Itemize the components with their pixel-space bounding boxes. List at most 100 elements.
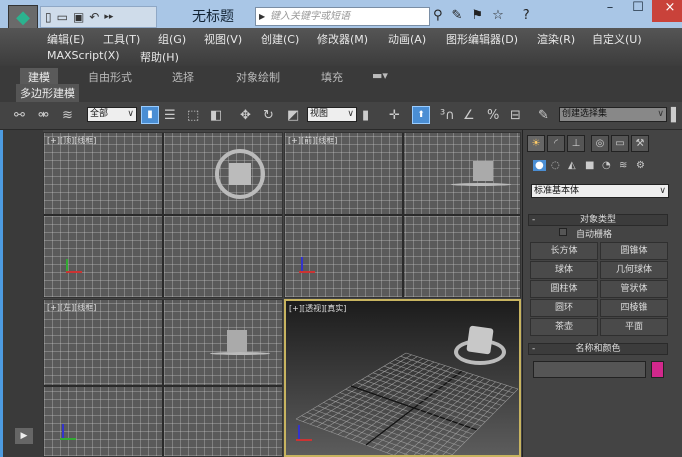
select-object-icon[interactable]: ▮ [141, 106, 159, 124]
menu-animation[interactable]: 动画(A) [388, 31, 426, 47]
pivot-center-icon[interactable]: ▮ [362, 108, 369, 123]
spinner-snap-icon[interactable]: ⊟ [510, 108, 521, 123]
viewport-perspective[interactable]: [+][透视][真实] [284, 299, 521, 457]
axis-gizmo-icon [292, 425, 312, 445]
tab-selection[interactable]: 选择 [172, 69, 194, 85]
window-crossing-icon[interactable]: ◧ [210, 108, 222, 123]
teapot-button[interactable]: 茶壶 [530, 318, 598, 336]
menu-rendering[interactable]: 渲染(R) [537, 31, 575, 47]
shapes-icon[interactable]: ◌ [551, 160, 560, 171]
rotate-icon[interactable]: ↻ [263, 108, 274, 123]
search-input[interactable]: 键入关键字或短语 [255, 7, 430, 26]
snap-toggle-icon[interactable]: ³∩ [440, 108, 455, 123]
category-dropdown[interactable]: 标准基本体 [531, 184, 669, 198]
cone-button[interactable]: 圆锥体 [600, 242, 668, 260]
geosphere-button[interactable]: 几何球体 [600, 261, 668, 279]
select-by-name-icon[interactable]: ☰ [164, 108, 176, 123]
left-strip [0, 130, 43, 457]
viewport-left[interactable]: [+][左][线框] [43, 299, 283, 457]
star-icon[interactable]: ☆ [492, 8, 504, 23]
menu-help[interactable]: 帮助(H) [140, 49, 179, 65]
wrench-icon[interactable]: ✎ [452, 8, 463, 23]
new-file-icon[interactable]: ▯ [45, 10, 52, 24]
hierarchy-tab-icon[interactable]: ⊥ [567, 135, 585, 152]
tab-populate[interactable]: 填充 [321, 69, 343, 85]
menu-customize[interactable]: 自定义(U) [592, 31, 642, 47]
named-selection-set-dropdown[interactable]: 创建选择集 [559, 107, 667, 122]
manipulate-icon[interactable]: ✛ [389, 108, 400, 123]
viewcube-icon[interactable] [466, 325, 494, 355]
menu-edit[interactable]: 编辑(E) [47, 31, 85, 47]
bind-spacewarp-icon[interactable]: ≋ [62, 108, 73, 123]
maximize-button[interactable]: ☐ [624, 0, 652, 22]
torus-button[interactable]: 圆环 [530, 299, 598, 317]
menu-group[interactable]: 组(G) [158, 31, 186, 47]
tab-freeform[interactable]: 自由形式 [88, 69, 132, 85]
menu-view[interactable]: 视图(V) [204, 31, 242, 47]
save-icon[interactable]: ▣ [73, 10, 84, 24]
viewport-label: [+][前][线框] [288, 136, 338, 145]
viewcube-icon[interactable] [229, 163, 251, 185]
autogrid-checkbox[interactable] [559, 228, 567, 236]
menu-tools[interactable]: 工具(T) [103, 31, 140, 47]
selection-filter-dropdown[interactable]: 全部 [87, 107, 137, 122]
close-button[interactable]: × [652, 0, 682, 22]
undo-icon[interactable]: ↶ [89, 10, 99, 24]
tab-object-paint[interactable]: 对象绘制 [236, 69, 280, 85]
help-icon[interactable]: ? [523, 8, 530, 23]
menu-create[interactable]: 创建(C) [261, 31, 299, 47]
play-button[interactable]: ▶ [15, 428, 33, 444]
spacewarps-icon[interactable]: ≋ [619, 160, 627, 171]
subtab-polygon-modeling[interactable]: 多边形建模 [16, 84, 79, 102]
object-name-input[interactable] [533, 361, 646, 378]
angle-snap-icon[interactable]: ∠ [463, 108, 475, 123]
open-file-icon[interactable]: ▭ [57, 10, 68, 24]
mirror-icon[interactable]: ▌ [671, 108, 681, 123]
edit-named-selection-icon[interactable]: ✎ [538, 108, 549, 123]
percent-snap-icon[interactable]: % [487, 108, 499, 123]
viewport-front[interactable]: [+][前][线框] [284, 132, 521, 298]
utilities-tab-icon[interactable]: ⚒ [631, 135, 649, 152]
move-icon[interactable]: ✥ [240, 108, 251, 123]
cameras-icon[interactable]: ■ [585, 160, 594, 171]
object-color-swatch[interactable] [651, 361, 664, 378]
reference-coord-dropdown[interactable]: 视图 [307, 107, 357, 122]
viewcube-icon[interactable] [227, 330, 247, 352]
modify-tab-icon[interactable]: ◜ [547, 135, 565, 152]
minimize-button[interactable]: – [596, 0, 624, 22]
main-toolbar: ⚯ ⚮ ≋ 全部 ▮ ☰ ⬚ ◧ ✥ ↻ ◩ 视图 ▮ ✛ ⬆ ³∩ ∠ % ⊟… [0, 102, 682, 130]
plane-button[interactable]: 平面 [600, 318, 668, 336]
scale-icon[interactable]: ◩ [287, 108, 299, 123]
menu-maxscript[interactable]: MAXScript(X) [47, 49, 120, 62]
keyboard-shortcut-override-icon[interactable]: ⬆ [412, 106, 430, 124]
ribbon-options-icon[interactable]: ▬▾ [372, 69, 388, 82]
display-tab-icon[interactable]: ▭ [611, 135, 629, 152]
more-icon[interactable]: ▸▸ [104, 12, 113, 22]
sphere-button[interactable]: 球体 [530, 261, 598, 279]
motion-tab-icon[interactable]: ◎ [591, 135, 609, 152]
unlink-icon[interactable]: ⚮ [38, 108, 49, 123]
menu-graph-editors[interactable]: 图形编辑器(D) [446, 31, 518, 47]
binoculars-icon[interactable]: ⚲ [433, 8, 443, 23]
create-tab-icon[interactable]: ☀ [527, 135, 545, 152]
box-button[interactable]: 长方体 [530, 242, 598, 260]
viewcube-icon[interactable] [473, 161, 493, 181]
menu-modifiers[interactable]: 修改器(M) [317, 31, 368, 47]
rollout-object-type-header[interactable]: 对象类型 [528, 214, 668, 226]
grid-line [413, 381, 496, 455]
pyramid-button[interactable]: 四棱锥 [600, 299, 668, 317]
cylinder-button[interactable]: 圆柱体 [530, 280, 598, 298]
systems-icon[interactable]: ⚙ [636, 160, 645, 171]
geometry-icon[interactable]: ● [533, 160, 546, 171]
viewcube-ring-icon [451, 183, 511, 186]
rect-selection-icon[interactable]: ⬚ [187, 108, 199, 123]
satellite-icon[interactable]: ⚑ [471, 8, 483, 23]
rollout-name-color-header[interactable]: 名称和颜色 [528, 343, 668, 355]
link-icon[interactable]: ⚯ [14, 108, 25, 123]
lights-icon[interactable]: ◭ [568, 160, 576, 171]
tube-button[interactable]: 管状体 [600, 280, 668, 298]
helpers-icon[interactable]: ◔ [602, 160, 611, 171]
viewport-top[interactable]: [+][顶][线框] [43, 132, 283, 298]
window-title: 无标题 [192, 9, 234, 25]
perspective-grid [295, 352, 519, 455]
